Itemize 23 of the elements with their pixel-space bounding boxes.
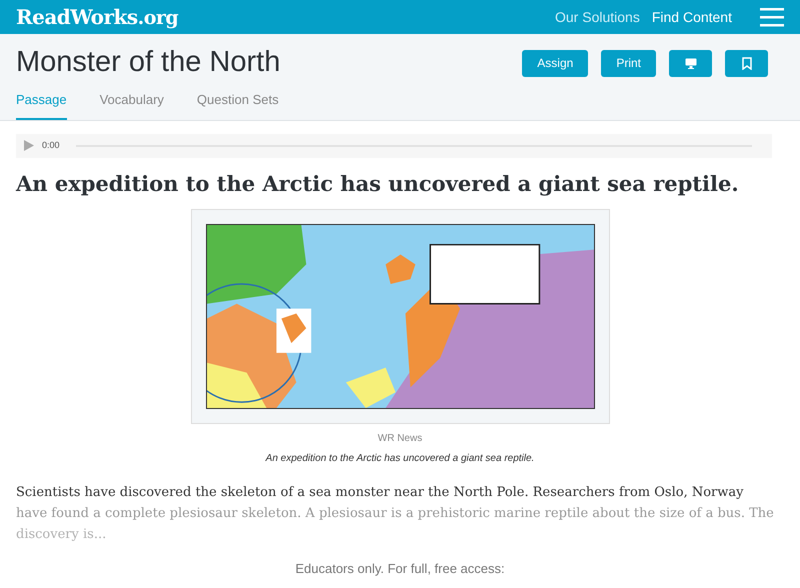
passage-line: Scientists have discovered the skeleton of a sea monster near the North Pole. Researchers from Oslo, Norway: [16, 484, 744, 502]
access-note: Educators only. For full, free access:: [295, 560, 505, 578]
action-button[interactable]: Print: [601, 50, 656, 76]
figure-credit: WR News: [378, 432, 422, 446]
audio-time: 0:00: [42, 138, 60, 152]
menu-icon[interactable]: [760, 7, 784, 27]
passage-line: discovery is...: [16, 526, 108, 544]
monitor-button[interactable]: [669, 50, 712, 76]
figure-caption: An expedition to the Arctic has uncovered a giant sea reptile.: [266, 452, 534, 466]
page-title: Monster of the North: [16, 45, 280, 80]
nav-link[interactable]: Find Content: [652, 6, 732, 28]
nav-link[interactable]: Our Solutions: [555, 6, 640, 28]
tab[interactable]: Passage: [16, 90, 67, 120]
play-icon[interactable]: [24, 140, 34, 151]
tab[interactable]: Vocabulary: [100, 90, 164, 120]
tab[interactable]: Question Sets: [196, 90, 279, 120]
site-logo[interactable]: ReadWorks.org: [16, 2, 178, 32]
bookmark-icon: [742, 56, 752, 70]
passage-heading: An expedition to the Arctic has uncovered a giant sea reptile.: [16, 170, 740, 198]
bookmark-button[interactable]: [725, 50, 768, 76]
passage-line: have found a complete plesiosaur skeleton. A plesiosaur is a prehistoric marine reptile about the size of a bus. The: [16, 505, 775, 523]
monitor-icon: [684, 58, 696, 68]
action-button[interactable]: Assign: [522, 50, 588, 76]
